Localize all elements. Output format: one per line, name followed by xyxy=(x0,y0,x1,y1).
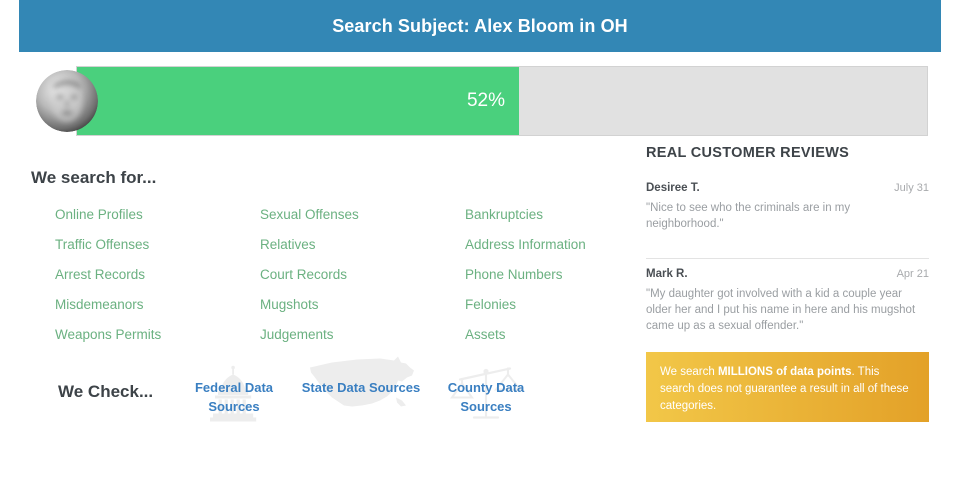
review-item: Desiree T. July 31 "Nice to see who the … xyxy=(646,182,929,232)
data-source-state[interactable]: State Data Sources xyxy=(296,356,426,406)
search-category-item: Mugshots xyxy=(260,297,319,312)
review-text: "Nice to see who the criminals are in my… xyxy=(646,202,851,230)
search-category-item: Misdemeanors xyxy=(55,297,144,312)
search-category-item: Traffic Offenses xyxy=(55,237,150,252)
review-date: July 31 xyxy=(894,182,929,194)
review-header: Mark R. Apr 21 xyxy=(646,268,929,280)
data-points-notice: We search MILLIONS of data points. This … xyxy=(646,352,929,422)
search-category-item: Judgements xyxy=(260,327,334,342)
review-author: Mark R. xyxy=(646,268,688,280)
review-header: Desiree T. July 31 xyxy=(646,182,929,194)
we-check-heading: We Check... xyxy=(58,382,154,401)
search-category-item: Bankruptcies xyxy=(465,207,544,222)
scales-of-justice-icon xyxy=(450,364,523,431)
data-source-state-label: State Data Sources xyxy=(301,380,421,395)
progress-percent-label: 52% xyxy=(466,90,505,111)
search-category-item: Online Profiles xyxy=(55,207,143,222)
search-category-item: Address Information xyxy=(465,237,586,252)
capitol-building-icon xyxy=(203,365,265,429)
notice-emphasis-text: MILLIONS of data points xyxy=(717,366,852,378)
search-category-item: Assets xyxy=(465,327,506,342)
reviews-heading: REAL CUSTOMER REVIEWS xyxy=(646,145,850,161)
search-category-item: Arrest Records xyxy=(55,267,146,282)
search-progress-fill: 52% xyxy=(77,67,519,135)
data-source-federal[interactable]: Federal Data Sources xyxy=(169,365,299,422)
page-title: Search Subject: Alex Bloom in OH xyxy=(332,15,628,36)
review-date: Apr 21 xyxy=(896,268,929,280)
review-text: "My daughter got involved with a kid a c… xyxy=(646,288,916,332)
search-categories-list: Online Profiles Sexual Offenses Bankrupt… xyxy=(55,200,625,350)
search-progress-bar: 52% xyxy=(76,66,928,136)
review-divider xyxy=(646,258,929,259)
search-category-item: Court Records xyxy=(260,267,348,282)
notice-lead-text: We search xyxy=(660,366,718,378)
search-for-heading: We search for... xyxy=(31,168,157,187)
data-source-county[interactable]: County Data Sources xyxy=(421,367,551,419)
review-item: Mark R. Apr 21 "My daughter got involved… xyxy=(646,268,929,334)
search-category-item: Phone Numbers xyxy=(465,267,563,282)
search-category-item: Sexual Offenses xyxy=(260,207,359,222)
search-category-item: Felonies xyxy=(465,297,517,312)
blurred-face-avatar-icon xyxy=(36,70,98,132)
avatar xyxy=(36,70,98,132)
search-category-item: Relatives xyxy=(260,237,316,252)
search-category-item: Weapons Permits xyxy=(55,327,162,342)
page-header: Search Subject: Alex Bloom in OH xyxy=(19,0,941,52)
review-author: Desiree T. xyxy=(646,182,700,194)
